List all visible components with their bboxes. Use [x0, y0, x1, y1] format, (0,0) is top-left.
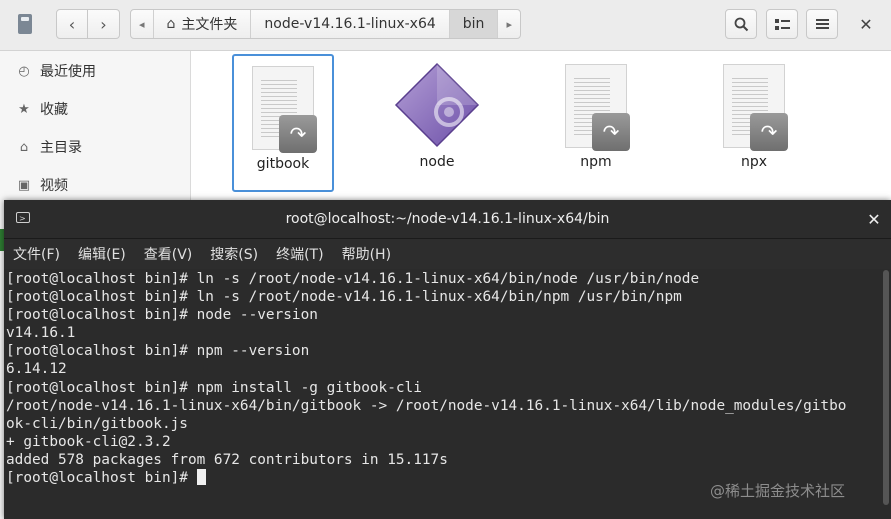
file-node[interactable]: node	[386, 54, 488, 192]
chevron-right-icon: ›	[100, 14, 107, 34]
header-bar: ‹ › ◂ ⌂ 主文件夹 node-v14.16.1-linux-x64 bin…	[0, 0, 891, 51]
menu-help[interactable]: 帮助(H)	[333, 244, 400, 264]
terminal-menubar: 文件(F) 编辑(E) 查看(V) 搜索(S) 终端(T) 帮助(H)	[4, 239, 891, 269]
file-name: node	[419, 154, 455, 170]
file-manager-app-icon	[18, 14, 32, 34]
terminal-line: added 578 packages from 672 contributors…	[6, 451, 448, 468]
terminal-line: [root@localhost bin]# ln -s /root/node-v…	[6, 289, 682, 306]
sidebar-item-home[interactable]: ⌂ 主目录	[0, 129, 190, 165]
file-name: npm	[580, 154, 612, 170]
file-name: npx	[740, 154, 768, 170]
menu-edit[interactable]: 编辑(E)	[69, 244, 135, 264]
sidebar-item-videos[interactable]: ▣ 视频	[0, 167, 190, 203]
script-link-icon: ↷	[565, 64, 630, 151]
sidebar-item-label: 视频	[40, 178, 68, 194]
breadcrumb-label: node-v14.16.1-linux-x64	[264, 16, 436, 32]
chevron-left-icon: ‹	[68, 14, 76, 34]
terminal-line: [root@localhost bin]# ln -s /root/node-v…	[6, 271, 700, 287]
terminal-close-button[interactable]: ✕	[864, 209, 884, 229]
terminal-line: /root/node-v14.16.1-linux-x64/bin/gitboo…	[6, 397, 847, 414]
file-npm[interactable]: ↷ npm	[545, 54, 647, 192]
star-icon: ★	[18, 101, 30, 117]
menu-view[interactable]: 查看(V)	[135, 244, 202, 264]
executable-diamond-icon	[394, 62, 480, 148]
breadcrumb-left-arrow[interactable]: ◂	[131, 10, 153, 38]
file-name: gitbook	[256, 156, 310, 172]
terminal-titlebar[interactable]: > root@localhost:~/node-v14.16.1-linux-x…	[4, 200, 891, 239]
file-npx[interactable]: ↷ npx	[703, 54, 805, 192]
terminal-line: [root@localhost bin]# node --version	[6, 307, 318, 324]
sidebar-item-label: 最近使用	[40, 64, 96, 80]
terminal-title: root@localhost:~/node-v14.16.1-linux-x64…	[285, 211, 610, 227]
terminal-line: ok-cli/bin/gitbook.js	[6, 415, 188, 432]
script-link-icon: ↷	[252, 66, 317, 153]
breadcrumb-right-arrow[interactable]: ▸	[497, 10, 520, 38]
back-button[interactable]: ‹	[56, 9, 88, 39]
scrollbar-thumb[interactable]	[883, 270, 889, 505]
file-gitbook[interactable]: ↷ gitbook	[232, 54, 334, 192]
breadcrumb-label: bin	[462, 16, 485, 32]
close-icon: ✕	[859, 14, 873, 34]
view-toggle-button[interactable]	[766, 9, 798, 39]
terminal-line: [root@localhost bin]# npm --version	[6, 343, 310, 360]
breadcrumb-label: 主文件夹	[181, 17, 238, 33]
search-icon	[734, 17, 748, 31]
search-button[interactable]	[725, 9, 757, 39]
clock-icon: ◴	[18, 63, 30, 79]
menu-file[interactable]: 文件(F)	[4, 244, 69, 264]
video-icon: ▣	[17, 177, 31, 193]
history-nav: ‹ ›	[56, 9, 120, 41]
breadcrumb-home[interactable]: ⌂ 主文件夹	[152, 10, 251, 38]
home-icon: ⌂	[19, 139, 29, 155]
terminal-line: + gitbook-cli@2.3.2	[6, 433, 171, 450]
text-cursor	[196, 469, 206, 486]
terminal-prompt: [root@localhost bin]#	[6, 470, 197, 487]
close-icon: ✕	[867, 209, 881, 229]
menu-button[interactable]	[806, 9, 838, 39]
window-close-button[interactable]: ✕	[856, 14, 876, 34]
home-icon: ⌂	[166, 16, 176, 32]
terminal-line: 6.14.12	[6, 361, 67, 378]
breadcrumb: ◂ ⌂ 主文件夹 node-v14.16.1-linux-x64 bin ▸	[130, 9, 521, 39]
terminal-window: > root@localhost:~/node-v14.16.1-linux-x…	[4, 200, 891, 519]
sidebar-item-recent[interactable]: ◴ 最近使用	[0, 53, 190, 89]
breadcrumb-node-folder[interactable]: node-v14.16.1-linux-x64	[250, 10, 448, 38]
terminal-line: [root@localhost bin]# npm install -g git…	[6, 379, 422, 396]
sidebar-item-favorites[interactable]: ★ 收藏	[0, 91, 190, 127]
sidebar-item-label: 主目录	[40, 140, 82, 156]
watermark: @稀土掘金技术社区	[710, 482, 846, 500]
terminal-scrollbar[interactable]	[881, 270, 891, 519]
hamburger-icon	[815, 19, 829, 29]
breadcrumb-bin[interactable]: bin	[448, 10, 498, 38]
menu-terminal[interactable]: 终端(T)	[267, 244, 332, 264]
menu-search[interactable]: 搜索(S)	[201, 244, 267, 264]
list-view-icon	[774, 18, 790, 30]
script-link-icon: ↷	[723, 64, 788, 151]
terminal-line: v14.16.1	[6, 325, 76, 342]
sidebar-item-label: 收藏	[40, 102, 68, 118]
forward-button[interactable]: ›	[88, 9, 120, 39]
